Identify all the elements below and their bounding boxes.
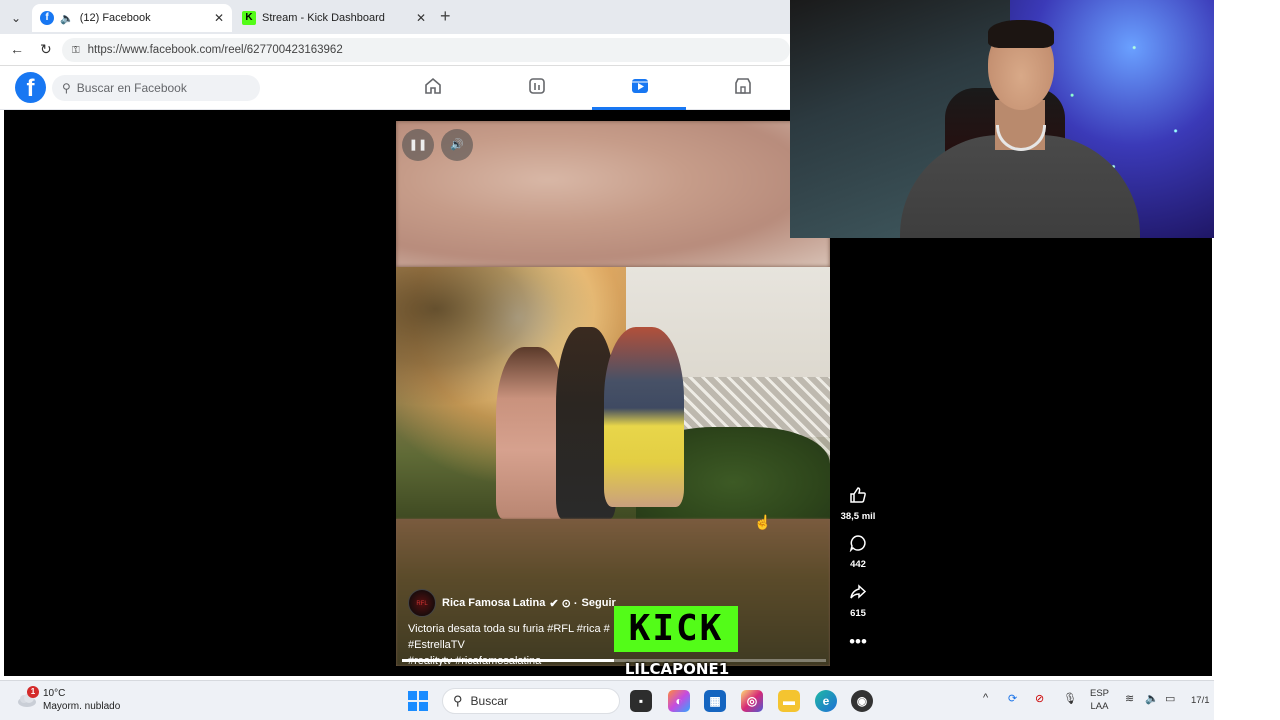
volume-icon[interactable]: 🔈 [1145, 692, 1159, 705]
keyboard-language[interactable]: ESP LAA [1090, 687, 1109, 713]
woman-yellow-skirt [604, 327, 684, 507]
task-view-icon[interactable]: ▪ [630, 690, 652, 712]
comment-bubble-icon [838, 534, 878, 557]
address-bar: ← ↻ ⚿ https://www.facebook.com/reel/6277… [0, 34, 790, 66]
tab-kick-dashboard[interactable]: K Stream - Kick Dashboard ✕ [234, 4, 434, 32]
mouse-pointer-icon: ☝ [754, 514, 772, 530]
streamer-webcam [790, 0, 1217, 238]
tab-list-chevron-icon[interactable]: ⌄ [6, 8, 26, 28]
author-name[interactable]: Rica Famosa Latina [442, 597, 545, 609]
like-count: 38,5 mil [840, 511, 876, 522]
new-tab-plus-icon[interactable]: + [440, 6, 451, 27]
reel-author: RFL Rica Famosa Latina ✔ ⊙ · Seguir [408, 589, 616, 617]
weather-description[interactable]: Mayorm. nublado [43, 701, 120, 712]
tray-chevron-up-icon[interactable]: ^ [983, 692, 988, 704]
windows-taskbar: 1 10°C Mayorm. nublado ⚲ Buscar ▪ ◐ ▦ ◎ … [0, 680, 1214, 720]
layout-code: LAA [1090, 701, 1109, 712]
thumbs-up-icon [838, 486, 878, 509]
like-button[interactable]: 38,5 mil [838, 486, 878, 522]
microsoft-store-icon[interactable]: ▦ [704, 690, 726, 712]
caption-line-1: Victoria desata toda su furia #RFL #rica… [408, 623, 610, 635]
screen: ⌄ f 🔈 (12) Facebook ✕ K Stream - Kick Da… [0, 0, 1280, 720]
verified-badge-icon: ✔ ⊙ · [549, 597, 578, 610]
back-arrow-icon[interactable]: ← [10, 41, 24, 57]
notification-badge: 1 [27, 686, 39, 698]
follow-button[interactable]: Seguir [582, 597, 616, 609]
edge-browser-icon[interactable]: e [815, 690, 837, 712]
home-icon[interactable] [421, 76, 445, 100]
search-icon: ⚲ [453, 693, 463, 708]
kick-logo: KICK [614, 606, 738, 652]
browser-tab-bar: ⌄ f 🔈 (12) Facebook ✕ K Stream - Kick Da… [0, 0, 790, 34]
site-info-icon[interactable]: ⚿ [72, 45, 80, 56]
facebook-logo[interactable]: f [15, 72, 46, 103]
more-dots-icon: ••• [849, 632, 867, 651]
sync-icon[interactable]: ⟳ [1008, 692, 1017, 705]
obs-app-icon[interactable]: ◉ [851, 690, 873, 712]
taskbar-search[interactable]: ⚲ Buscar [442, 688, 620, 714]
volume-icon[interactable]: 🔊 [441, 129, 473, 161]
system-clock[interactable]: 17/1 [1191, 695, 1210, 706]
kick-username: LILCAPONE1 [624, 660, 730, 678]
tab-facebook[interactable]: f 🔈 (12) Facebook ✕ [32, 4, 232, 32]
wifi-icon[interactable]: ≋ [1125, 692, 1134, 705]
battery-icon[interactable]: ▭ [1165, 692, 1175, 705]
tab-label: Stream - Kick Dashboard [262, 12, 385, 24]
screen-edge [1214, 0, 1280, 720]
reel-video[interactable]: ❚❚ 🔊 RFL Rica Famosa Latina ✔ ⊙ · Seguir… [396, 121, 830, 666]
comment-count: 442 [850, 559, 866, 570]
facebook-favicon-icon: f [40, 11, 54, 25]
microphone-icon[interactable]: 🎙 [1063, 692, 1077, 705]
speaker-icon[interactable]: 🔈 [60, 12, 74, 25]
video-frame [396, 267, 830, 519]
marketplace-icon[interactable] [731, 76, 755, 100]
weather-temperature[interactable]: 10°C [43, 688, 65, 699]
close-tab-icon[interactable]: ✕ [416, 11, 426, 25]
reload-icon[interactable]: ↻ [40, 41, 52, 58]
comment-button[interactable]: 442 [838, 534, 878, 570]
reels-video-icon[interactable] [628, 76, 652, 100]
instagram-icon[interactable]: ◎ [741, 690, 763, 712]
kick-favicon-icon: K [242, 11, 256, 25]
more-options-button[interactable]: ••• [838, 632, 878, 652]
language-code: ESP [1090, 688, 1110, 699]
facebook-search-input[interactable]: ⚲ Buscar en Facebook [52, 75, 260, 101]
avatar[interactable]: RFL [408, 589, 436, 617]
feeds-icon[interactable] [525, 76, 549, 100]
file-explorer-icon[interactable]: ▬ [778, 690, 800, 712]
caption-hashtag-estrellatv[interactable]: #EstrellaTV [408, 639, 465, 651]
url-text: https://www.facebook.com/reel/6277004231… [87, 44, 343, 56]
close-tab-icon[interactable]: ✕ [214, 11, 224, 25]
windows-start-icon[interactable] [408, 691, 428, 711]
search-icon: ⚲ [62, 81, 71, 95]
copilot-icon[interactable]: ◐ [668, 690, 690, 712]
search-placeholder: Buscar en Facebook [76, 81, 187, 95]
facebook-header: f ⚲ Buscar en Facebook [0, 66, 790, 110]
video-progress-fill [402, 659, 614, 662]
security-icon[interactable]: ⊘ [1035, 692, 1044, 705]
share-arrow-icon [838, 583, 878, 606]
pause-icon[interactable]: ❚❚ [402, 129, 434, 161]
streamer-hair [988, 20, 1054, 48]
share-count: 615 [850, 608, 866, 619]
url-field[interactable]: ⚿ https://www.facebook.com/reel/62770042… [62, 38, 790, 62]
share-button[interactable]: 615 [838, 583, 878, 619]
taskbar-search-label: Buscar [470, 694, 508, 708]
tab-label: (12) Facebook [79, 12, 151, 24]
